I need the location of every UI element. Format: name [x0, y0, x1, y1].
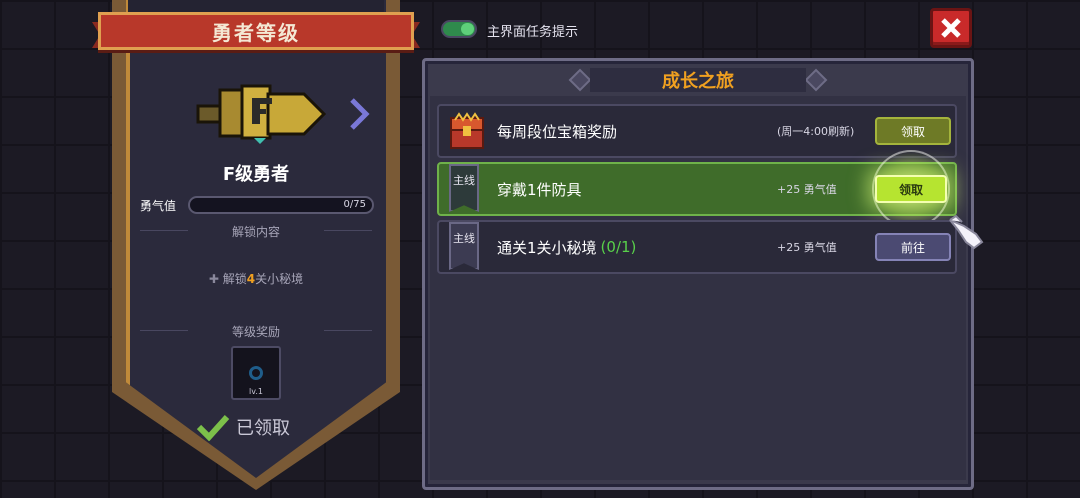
close-icon: [941, 18, 961, 38]
pointer-hand-icon: [949, 214, 984, 250]
panel-title: 成长之旅: [662, 71, 734, 92]
task-title: 通关1关小秘境 (0/1): [497, 222, 636, 272]
unlock-section-label: 解锁内容: [231, 225, 280, 239]
claim-button[interactable]: 领取: [875, 117, 951, 145]
unlock-suffix: 关小秘境: [255, 272, 304, 286]
treasure-chest-icon: [450, 112, 484, 149]
next-rank-arrow-icon[interactable]: [348, 98, 370, 130]
task-hint-toggle[interactable]: [441, 20, 477, 38]
task-progress: (0/1): [600, 238, 637, 256]
task-title-text: 穿戴1件防具: [497, 180, 582, 199]
ring-icon: [249, 366, 263, 380]
task-title-text: 每周段位宝箱奖励: [497, 122, 618, 141]
claim-button-highlighted[interactable]: 领取: [875, 175, 947, 203]
unlock-item: ✚ 解锁4关小秘境: [126, 270, 386, 287]
tag-text: 主线: [453, 232, 475, 245]
unlock-count: 4: [246, 272, 256, 286]
courage-label: 勇气值: [140, 199, 177, 213]
rank-panel-title: 勇者等级: [212, 20, 300, 45]
task-title-text: 通关1关小秘境: [497, 238, 597, 257]
title-ribbon: 勇者等级: [98, 12, 414, 50]
courage-progress-bar: 0/75: [188, 196, 374, 214]
reward-section-label: 等级奖励: [231, 325, 280, 339]
puzzle-icon: ✚: [208, 272, 219, 286]
toggle-knob: [461, 23, 474, 35]
close-button[interactable]: [930, 8, 972, 48]
unlock-prefix: 解锁: [222, 272, 247, 286]
reward-level: lv.1: [249, 387, 263, 396]
reward-item-slot[interactable]: lv.1: [231, 346, 281, 400]
weapon-rank-icon: [196, 84, 327, 144]
task-row-clear-dungeon: 主线 通关1关小秘境 (0/1) +25 勇气值 前往: [437, 220, 957, 274]
claimed-status: 已领取: [196, 413, 290, 441]
checkmark-icon: [196, 414, 230, 441]
task-reward: +25 勇气值: [777, 241, 837, 254]
task-reward: (周一4:00刷新): [777, 125, 855, 138]
task-row-weekly-chest: 每周段位宝箱奖励 (周一4:00刷新) 领取: [437, 104, 957, 158]
go-button[interactable]: 前往: [875, 233, 951, 261]
panel-header: 成长之旅: [560, 64, 836, 96]
task-title: 穿戴1件防具: [497, 164, 582, 214]
task-title: 每周段位宝箱奖励: [497, 106, 617, 156]
task-hint-toggle-label: 主界面任务提示: [487, 25, 579, 40]
rank-name: F级勇者: [222, 164, 290, 185]
claimed-text: 已领取: [236, 418, 290, 439]
courage-value: 0/75: [343, 199, 366, 210]
tag-text: 主线: [453, 174, 475, 187]
task-reward: +25 勇气值: [777, 183, 837, 196]
main-quest-tag: 主线: [449, 222, 479, 270]
main-quest-tag: 主线: [449, 164, 479, 212]
